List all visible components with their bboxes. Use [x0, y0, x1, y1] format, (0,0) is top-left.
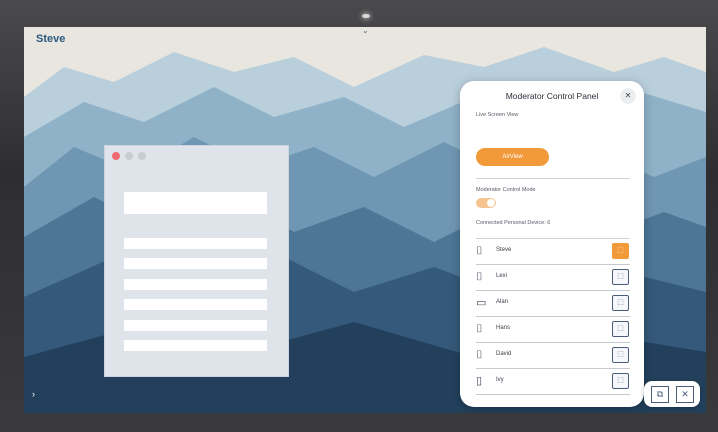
close-icon[interactable]: ✕ — [620, 88, 636, 104]
device-row[interactable]: ⌷ David ⬚ — [476, 343, 630, 369]
cast-icon[interactable]: ⬚ — [612, 269, 629, 285]
device-row[interactable]: ▯ Ivy ⬚ — [476, 369, 630, 395]
window-heading-placeholder — [124, 192, 267, 214]
current-user-label: Steve — [36, 33, 66, 45]
device-row[interactable]: ⌷ Steve ⬚ — [476, 239, 630, 265]
window-text-line — [124, 340, 267, 351]
toggle-knob — [487, 199, 495, 207]
chevron-down-icon[interactable]: ⌄ — [362, 27, 369, 35]
window-close-dot[interactable] — [112, 152, 120, 160]
cast-icon[interactable]: ⬚ — [612, 243, 629, 259]
close-share-icon[interactable]: ✕ — [676, 386, 694, 403]
window-maximize-dot[interactable] — [138, 152, 146, 160]
chevron-right-icon[interactable]: › — [32, 389, 35, 399]
device-name: Alan — [496, 299, 509, 305]
tablet-icon: ▭ — [476, 297, 487, 309]
divider — [476, 178, 630, 179]
panel-title: Moderator Control Panel — [505, 91, 599, 101]
window-text-line — [124, 258, 267, 269]
window-text-line — [124, 279, 267, 290]
device-row[interactable]: ⌷ Hans ⬚ — [476, 317, 630, 343]
device-name: Steve — [496, 247, 512, 253]
cast-icon[interactable]: ⬚ — [612, 295, 629, 311]
laptop-icon: ⌷ — [476, 271, 483, 283]
cast-icon[interactable]: ⬚ — [612, 347, 629, 363]
screen: Steve ⌄ › Moderator Control Panel ✕ Live… — [24, 27, 706, 413]
cast-icon[interactable]: ⬚ — [612, 321, 629, 337]
cast-icon[interactable]: ⬚ — [612, 373, 629, 389]
window-text-line — [124, 299, 267, 310]
moderator-mode-label: Moderator Control Mode — [476, 187, 536, 193]
laptop-icon: ⌷ — [476, 245, 483, 257]
laptop-icon: ⌷ — [476, 349, 483, 361]
laptop-icon: ⌷ — [476, 323, 483, 335]
app-window — [104, 145, 289, 377]
device-name: David — [496, 351, 512, 357]
device-name: Ivy — [496, 377, 504, 383]
moderator-control-panel: Moderator Control Panel ✕ Live Screen Vi… — [460, 81, 644, 407]
camera-icon — [362, 14, 370, 18]
moderator-mode-toggle[interactable] — [476, 198, 496, 208]
phone-icon: ▯ — [476, 375, 483, 387]
device-row[interactable]: ⌷ Lexi ⬚ — [476, 265, 630, 291]
screen-share-icon[interactable]: ⧉ — [651, 386, 669, 403]
device-name: Lexi — [496, 273, 508, 279]
live-screen-label: Live Screen View — [476, 112, 519, 118]
window-text-line — [124, 238, 267, 249]
device-row[interactable]: ▭ Alan ⬚ — [476, 291, 630, 317]
window-controls — [112, 152, 146, 160]
bottom-toolbar: ⧉ ✕ — [644, 381, 700, 407]
window-text-line — [124, 320, 267, 331]
device-name: Hans — [496, 325, 511, 331]
airview-button[interactable]: AirView — [476, 148, 549, 166]
connected-devices-label: Connected Personal Device: 6 — [476, 220, 551, 226]
window-minimize-dot[interactable] — [125, 152, 133, 160]
